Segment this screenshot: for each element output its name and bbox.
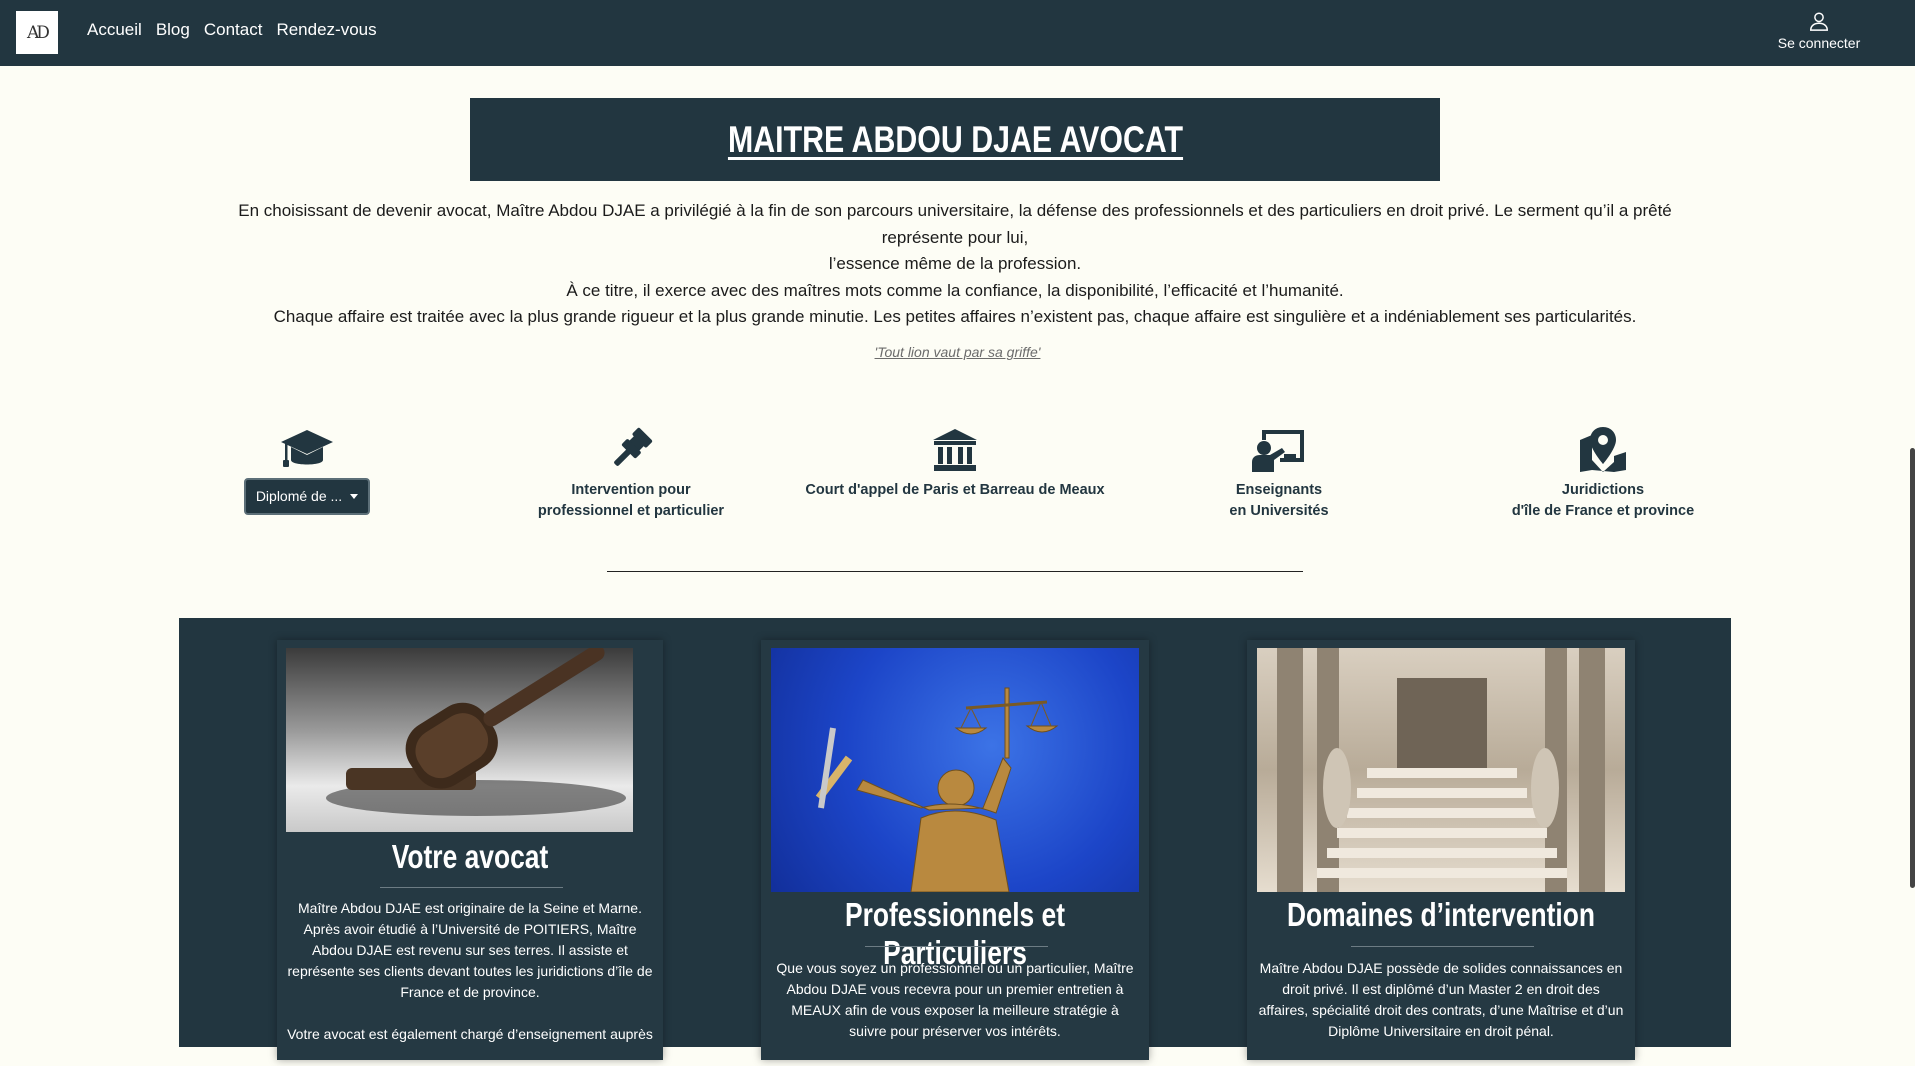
card-professionnels: Professionnels et Particuliers Que vous … bbox=[761, 640, 1149, 1060]
nav-link-rendez-vous[interactable]: Rendez-vous bbox=[276, 20, 376, 40]
feature-label: Juridictions bbox=[1561, 482, 1645, 498]
card-title: Domaines d’intervention bbox=[1286, 896, 1596, 933]
feature-intervention: Intervention pour professionnel et parti… bbox=[471, 424, 791, 522]
courthouse-photo bbox=[1257, 648, 1625, 892]
nav-links: Accueil Blog Contact Rendez-vous bbox=[87, 0, 391, 60]
feature-jurisdictions: Juridictions d'île de France et province bbox=[1443, 424, 1763, 522]
card-text: Maître Abdou DJAE est originaire de la S… bbox=[287, 898, 653, 1066]
card-title: Votre avocat bbox=[391, 838, 549, 875]
card-text: Que vous soyez un professionnel ou un pa… bbox=[771, 958, 1139, 1063]
feature-label: en Universités bbox=[1229, 503, 1329, 519]
card-domaines: Domaines d’intervention Maître Abdou DJA… bbox=[1247, 640, 1635, 1060]
card-votre-avocat: Votre avocat Maître Abdou DJAE est origi… bbox=[277, 640, 663, 1060]
gavel-icon bbox=[614, 427, 653, 466]
user-icon bbox=[1810, 12, 1828, 31]
courthouse-icon bbox=[933, 429, 977, 471]
feature-diploma: Diplomé de ... bbox=[147, 424, 467, 515]
section-divider bbox=[607, 571, 1303, 572]
gavel-photo bbox=[286, 648, 633, 832]
cards-section: Votre avocat Maître Abdou DJAE est origi… bbox=[179, 618, 1731, 1060]
diploma-dropdown-label: Diplomé de ... bbox=[255, 488, 343, 504]
graduation-cap-icon bbox=[281, 430, 333, 467]
feature-label: Court d'appel de Paris et Barreau de Mea… bbox=[805, 482, 1105, 498]
card-divider bbox=[380, 887, 563, 888]
intro-paragraph: l’essence même de la profession. bbox=[828, 254, 1082, 273]
diploma-dropdown-button[interactable]: Diplomé de ... bbox=[243, 478, 371, 515]
lady-justice-photo bbox=[771, 648, 1139, 892]
card-paragraph: Maître Abdou DJAE possède de solides con… bbox=[1258, 960, 1624, 1039]
card-paragraph: Votre avocat est également chargé d’ense… bbox=[287, 1026, 653, 1042]
intro-paragraph: Chaque affaire est traitée avec la plus … bbox=[273, 307, 1637, 326]
feature-court: Court d'appel de Paris et Barreau de Mea… bbox=[795, 424, 1115, 501]
feature-teaching: Enseignants en Universités bbox=[1119, 424, 1439, 522]
login-label: Se connecter bbox=[1777, 35, 1861, 51]
intro-text: En choisissant de devenir avocat, Maître… bbox=[215, 198, 1695, 331]
nav-link-blog[interactable]: Blog bbox=[156, 20, 190, 40]
site-logo[interactable]: AD bbox=[16, 11, 58, 54]
caret-down-icon bbox=[350, 494, 359, 499]
card-paragraph: Que vous soyez un professionnel ou un pa… bbox=[776, 960, 1134, 1039]
nav-link-accueil[interactable]: Accueil bbox=[87, 20, 142, 40]
intro-paragraph: En choisissant de devenir avocat, Maître… bbox=[238, 201, 1672, 247]
feature-label: Enseignants bbox=[1235, 482, 1323, 498]
page-scrollbar[interactable] bbox=[1910, 448, 1915, 888]
nav-link-contact[interactable]: Contact bbox=[204, 20, 263, 40]
card-paragraph: Maître Abdou DJAE est originaire de la S… bbox=[287, 900, 653, 1000]
card-text: Maître Abdou DJAE possède de solides con… bbox=[1257, 958, 1625, 1063]
page-title: MAITRE ABDOU DJAE AVOCAT bbox=[727, 118, 1183, 160]
login-button[interactable]: Se connecter bbox=[1773, 10, 1865, 51]
card-divider bbox=[1351, 946, 1534, 947]
feature-label: d'île de France et province bbox=[1511, 503, 1695, 519]
intro-paragraph: À ce titre, il exerce avec des maîtres m… bbox=[566, 280, 1344, 300]
motto-quote: 'Tout lion vaut par sa griffe' bbox=[874, 344, 1041, 360]
map-marker-icon bbox=[1580, 427, 1626, 472]
teacher-board-icon bbox=[1252, 430, 1304, 472]
card-divider bbox=[865, 946, 1048, 947]
navbar: AD Accueil Blog Contact Rendez-vous Se c… bbox=[0, 0, 1915, 66]
feature-label: professionnel et particulier bbox=[537, 503, 725, 519]
feature-label: Intervention pour bbox=[571, 482, 691, 498]
title-banner: MAITRE ABDOU DJAE AVOCAT bbox=[470, 98, 1440, 181]
